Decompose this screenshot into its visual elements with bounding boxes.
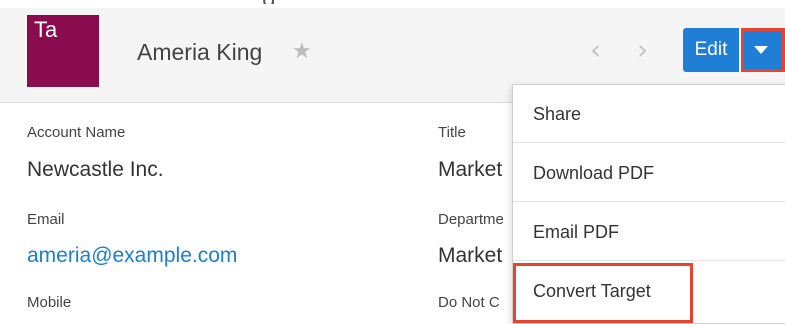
star-icon[interactable]: ★ (292, 38, 312, 64)
chevron-left-icon[interactable]: ‹ (590, 36, 601, 64)
record-avatar: Ta (27, 15, 99, 87)
email-label: Email (27, 211, 65, 228)
menu-item-download-pdf[interactable]: Download PDF (513, 144, 785, 202)
avatar-initials: Ta (34, 17, 58, 42)
account-name-value: Newcastle Inc. (27, 158, 164, 181)
email-link[interactable]: ameria@example.com (27, 244, 237, 268)
actions-dropdown-menu: Share Download PDF Email PDF Convert Tar… (512, 84, 785, 324)
menu-item-email-pdf[interactable]: Email PDF (513, 203, 785, 261)
cropped-heading-fragment: g (262, 0, 402, 4)
department-label: Departme (438, 211, 504, 228)
title-value: Market (438, 158, 503, 181)
do-not-call-label: Do Not C (438, 294, 500, 311)
menu-item-share[interactable]: Share (513, 85, 785, 143)
caret-down-icon (754, 46, 768, 54)
chevron-right-icon[interactable]: › (637, 36, 648, 64)
department-value: Market (438, 244, 503, 267)
edit-button[interactable]: Edit (683, 28, 739, 72)
record-name: Ameria King (137, 39, 263, 65)
account-name-label: Account Name (27, 124, 126, 141)
title-label: Title (438, 124, 466, 141)
actions-dropdown-toggle[interactable] (741, 28, 785, 72)
menu-item-convert-target[interactable]: Convert Target (513, 262, 785, 320)
mobile-label: Mobile (27, 294, 72, 311)
